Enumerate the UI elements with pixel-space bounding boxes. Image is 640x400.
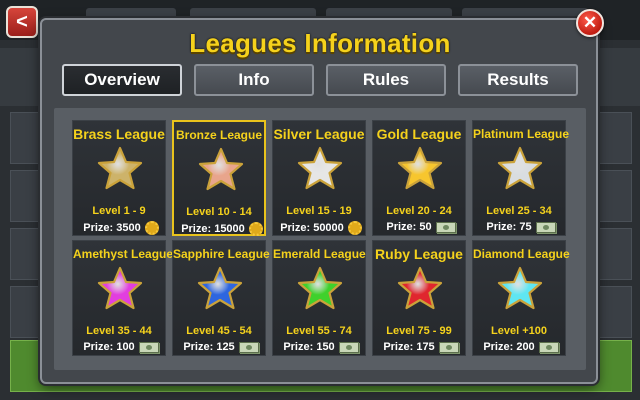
tab-label: Rules <box>362 70 410 89</box>
coin-gear-icon <box>347 221 362 235</box>
prize-text: Prize: 125 <box>183 341 235 353</box>
prize-text: Prize: 50 <box>386 221 432 233</box>
league-star-icon <box>297 266 343 310</box>
close-icon: ✕ <box>582 13 598 32</box>
league-star-icon <box>97 146 143 190</box>
league-star-icon <box>97 266 143 310</box>
league-star <box>296 145 344 193</box>
league-prize: Prize: 50000 <box>277 221 365 235</box>
prize-text: Prize: 15000 <box>181 222 245 235</box>
tab-label: Info <box>238 70 270 89</box>
league-name: Sapphire League <box>173 247 270 261</box>
prize-text: Prize: 175 <box>383 341 435 353</box>
league-star <box>496 145 544 193</box>
league-level-range: Level +100 <box>491 325 547 337</box>
cash-icon <box>238 341 259 353</box>
league-star-icon <box>497 146 543 190</box>
tab-rules[interactable]: Rules <box>326 64 446 96</box>
league-prize: Prize: 3500 <box>77 221 165 235</box>
league-prize: Prize: 125 <box>177 341 265 353</box>
league-prize: Prize: 150 <box>277 341 365 353</box>
league-card[interactable]: Gold League Level 20 - 24 Prize: 50 <box>372 120 466 236</box>
league-prize: Prize: 175 <box>377 341 465 353</box>
league-name: Gold League <box>376 126 462 142</box>
league-card[interactable]: Bronze League Level 10 - 14 Prize: 15000 <box>172 120 266 236</box>
tab-label: Overview <box>84 70 160 89</box>
tab-results[interactable]: Results <box>458 64 578 96</box>
league-name: Bronze League <box>175 128 262 142</box>
league-level-range: Level 10 - 14 <box>186 206 252 218</box>
coin-gear-icon <box>248 222 263 236</box>
cash-icon <box>535 221 556 233</box>
league-star <box>396 145 444 193</box>
league-star-icon <box>198 147 244 191</box>
league-card[interactable]: Sapphire League Level 45 - 54 Prize: 125 <box>172 240 270 356</box>
league-star <box>496 265 544 313</box>
prize-text: Prize: 100 <box>83 341 135 353</box>
league-card[interactable]: Platinum League Level 25 - 34 Prize: 75 <box>472 120 570 236</box>
league-prize: Prize: 100 <box>77 341 165 353</box>
league-card[interactable]: Diamond League Level +100 Prize: 200 <box>472 240 570 356</box>
cash-icon <box>538 341 559 353</box>
league-level-range: Level 55 - 74 <box>286 325 352 337</box>
league-name: Platinum League <box>473 127 570 141</box>
tab-label: Results <box>487 70 549 89</box>
league-name: Diamond League <box>473 247 570 261</box>
tab-info[interactable]: Info <box>194 64 314 96</box>
league-level-range: Level 25 - 34 <box>486 205 552 217</box>
league-level-range: Level 45 - 54 <box>186 325 252 337</box>
league-card[interactable]: Emerald League Level 55 - 74 Prize: 150 <box>272 240 366 356</box>
close-button[interactable]: ✕ <box>576 9 604 37</box>
league-prize: Prize: 200 <box>477 341 565 353</box>
prize-text: Prize: 200 <box>483 341 535 353</box>
league-card[interactable]: Brass League Level 1 - 9 Prize: 3500 <box>72 120 166 236</box>
league-star <box>396 265 444 313</box>
cash-icon <box>338 341 359 353</box>
prize-text: Prize: 50000 <box>280 221 344 234</box>
league-name: Emerald League <box>273 247 366 261</box>
league-level-range: Level 35 - 44 <box>86 325 152 337</box>
league-star-icon <box>197 266 243 310</box>
league-name: Amethyst League <box>73 247 174 261</box>
league-prize: Prize: 50 <box>377 221 465 233</box>
league-star-icon <box>397 146 443 190</box>
league-card[interactable]: Ruby League Level 75 - 99 Prize: 175 <box>372 240 466 356</box>
cash-icon <box>435 221 456 233</box>
cash-icon <box>438 341 459 353</box>
tab-overview[interactable]: Overview <box>62 64 182 96</box>
coin-gear-icon <box>144 221 159 235</box>
league-level-range: Level 20 - 24 <box>386 205 452 217</box>
league-level-range: Level 75 - 99 <box>386 325 452 337</box>
prize-text: Prize: 75 <box>486 221 532 233</box>
league-star <box>196 265 244 313</box>
league-level-range: Level 15 - 19 <box>286 205 352 217</box>
dialog-title: Leagues Information <box>189 28 451 58</box>
league-star-icon <box>297 146 343 190</box>
league-level-range: Level 1 - 9 <box>92 205 146 217</box>
league-name: Silver League <box>273 126 365 142</box>
prize-text: Prize: 3500 <box>83 221 141 234</box>
league-star <box>96 145 144 193</box>
league-name: Ruby League <box>375 246 463 262</box>
league-card[interactable]: Amethyst League Level 35 - 44 Prize: 100 <box>72 240 174 356</box>
league-star-icon <box>497 266 543 310</box>
league-card[interactable]: Silver League Level 15 - 19 Prize: 50000 <box>272 120 366 236</box>
league-prize: Prize: 15000 <box>178 222 266 236</box>
league-prize: Prize: 75 <box>477 221 565 233</box>
league-star <box>296 265 344 313</box>
prize-text: Prize: 150 <box>283 341 335 353</box>
league-name: Brass League <box>73 126 165 142</box>
league-star-icon <box>397 266 443 310</box>
league-star <box>96 265 144 313</box>
league-star <box>197 146 245 194</box>
cash-icon <box>138 341 159 353</box>
